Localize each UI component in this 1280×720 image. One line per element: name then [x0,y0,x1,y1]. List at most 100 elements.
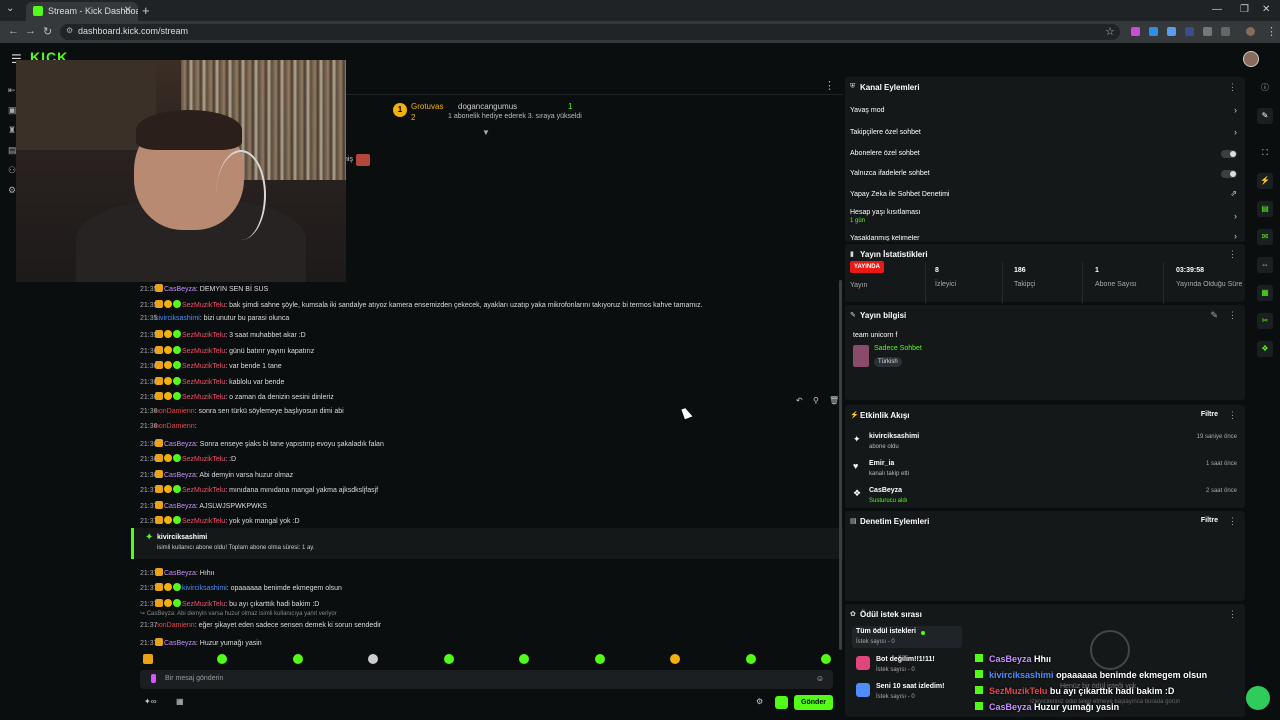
message-username[interactable]: SezMuzikTelu [182,348,225,355]
reward-item[interactable]: Seni 10 saat izledim! İstek sayısı - 0 [852,681,962,703]
activity-user[interactable]: CasBeyza [869,487,902,494]
message-username[interactable]: CasBeyza [164,503,196,510]
chat-message[interactable]: 21:35 SezMuzikTelu: 3 saat muhabbet akar … [140,330,306,344]
browser-tab[interactable]: Stream - Kick Dashboard ✕ [26,2,138,21]
chat-message[interactable]: 21:36nonDamienn: [140,423,197,437]
message-username[interactable]: CasBeyza [164,570,196,577]
chat-message[interactable]: 21:36 SezMuzikTelu: günü batırır yayını k… [140,346,314,360]
ai-moderation-label[interactable]: Yapay Zeka ile Sohbet Denetimi [850,191,949,198]
wrench-icon[interactable]: ✂ [1257,313,1273,329]
message-username[interactable]: CasBeyza [164,472,196,479]
message-username[interactable]: SezMuzikTelu [182,601,225,608]
chat-bubble-icon[interactable]: ✉ [1257,229,1273,245]
reload-icon[interactable]: ↻ [43,25,52,38]
chat-message[interactable]: 21:36 SezMuzikTelu: var bende 1 tane [140,361,282,375]
message-username[interactable]: kivirciksashimi [155,315,200,322]
emote-icon[interactable] [143,654,153,664]
extensions-puzzle-icon[interactable] [1203,27,1212,36]
message-username[interactable]: nonDamienn [155,423,195,430]
followers-only-label[interactable]: Takipçilere özel sohbet [850,129,921,136]
chat-input[interactable]: Bir mesaj gönderin ☺ [140,670,833,689]
restore-icon[interactable]: ❐ [1240,4,1249,15]
subscriber-name[interactable]: kivirciksashimi [157,534,207,541]
gift-icon[interactable]: ❖ [1257,341,1273,357]
extension-icon[interactable] [1149,27,1158,36]
emote-icon[interactable] [670,654,680,664]
emote-icon[interactable] [746,654,756,664]
bookmark-star-icon[interactable]: ☆ [1105,25,1115,38]
gifter-name[interactable]: dogancangumus [458,102,517,111]
chevron-right-icon[interactable]: › [1234,105,1237,115]
forward-icon[interactable]: → [25,25,36,37]
downloads-icon[interactable] [1221,27,1230,36]
emote-icon[interactable] [444,654,454,664]
extension-icon[interactable] [1185,27,1194,36]
external-link-icon[interactable]: ⇗ [1230,189,1237,198]
back-icon[interactable]: ← [8,25,19,37]
emote-icon[interactable] [217,654,227,664]
new-tab-icon[interactable]: + [142,3,150,18]
delete-icon[interactable]: 🗑 [829,396,839,405]
community-icon[interactable]: ⚇ [8,165,16,176]
info-icon[interactable]: ⓘ [1257,80,1273,96]
chat-scrollbar[interactable] [839,280,842,650]
message-username[interactable]: SezMuzikTelu [182,332,225,339]
message-username[interactable]: CasBeyza [164,286,196,293]
support-button[interactable] [1246,686,1270,710]
minimize-icon[interactable]: — [1212,4,1222,15]
pin-icon[interactable]: ⚲ [813,396,819,405]
panel-menu-icon[interactable]: ⋮ [1228,249,1237,260]
message-username[interactable]: CasBeyza [164,640,196,647]
chevron-right-icon[interactable]: › [1234,211,1237,221]
panel-menu-icon[interactable]: ⋮ [1228,310,1237,321]
chat-message[interactable]: 21:35 SezMuzikTelu: bak şimdi sahne şöyle… [140,300,703,314]
emote-icon[interactable] [368,654,378,664]
settings-icon[interactable]: ⚙ [8,185,16,196]
message-username[interactable]: nonDamienn [155,408,195,415]
message-username[interactable]: CasBeyza [164,441,196,448]
moderation-filter-button[interactable]: Filtre [1201,517,1218,524]
message-username[interactable]: nonDamienn [155,622,195,629]
activity-user[interactable]: Emir_ia [869,460,894,467]
message-username[interactable]: SezMuzikTelu [182,302,225,309]
edit-icon[interactable]: ✎ [1257,108,1273,124]
banned-words-label[interactable]: Yasaklanmış kelimeler [850,235,920,241]
profile-avatar[interactable] [1246,27,1255,36]
message-username[interactable]: SezMuzikTelu [182,363,225,370]
slow-mode-label[interactable]: Yavaş mod [850,107,885,114]
stats-icon[interactable]: ▦ [1257,285,1273,301]
expand-arrow-icon[interactable]: ▼ [482,128,490,137]
message-username[interactable]: SezMuzikTelu [182,379,225,386]
kick-emote-icon[interactable] [775,696,788,709]
chevron-right-icon[interactable]: › [1234,127,1237,137]
chat-message[interactable]: 21:36 CasBeyza: Sonra enseye şiaks bi tan… [140,439,384,453]
emote-icon[interactable] [821,654,831,664]
expand-icon[interactable]: ⛶ [1257,145,1273,161]
chat-message[interactable]: 21:36 SezMuzikTelu: kablolu var bende [140,377,284,391]
collapse-icon[interactable]: ⇤ [8,85,16,96]
calendar-icon[interactable]: ▦ [176,697,184,706]
message-username[interactable]: kivirciksashimi [182,585,227,592]
extension-icon[interactable] [1167,27,1176,36]
chat-message[interactable]: 21:35kivirciksashimi: bizi unutur bu par… [140,315,289,329]
tab-list-icon[interactable]: ⌄ [6,3,14,14]
chat-message[interactable]: 21:36 SezMuzikTelu: o zaman da denizin se… [140,392,334,406]
message-username[interactable]: SezMuzikTelu [182,487,225,494]
lightning-icon[interactable]: ⚡ [1257,173,1273,189]
clipboard-icon[interactable]: ▤ [1257,201,1273,217]
activity-filter-button[interactable]: Filtre [1201,411,1218,418]
send-button[interactable]: Gönder [794,695,833,710]
message-username[interactable]: SezMuzikTelu [182,456,225,463]
chat-message[interactable]: 21:36nonDamienn: sonra sen türkü söyleme… [140,408,344,422]
points-icon[interactable]: ✦∞ [144,697,156,706]
chat-message[interactable]: 21:35 CasBeyza: DEMYIN SEN Bİ SUS [140,284,268,298]
panel-menu-icon[interactable]: ⋮ [1228,516,1237,527]
browser-menu-icon[interactable]: ⋮ [1266,25,1277,38]
chevron-right-icon[interactable]: › [1234,231,1237,241]
chat-message[interactable]: 21:37 CasBeyza: Huzur yumağı yasin [140,638,262,652]
chat-message[interactable]: 21:37 SezMuzikTelu: mınıdana mınıdana man… [140,485,378,499]
category-link[interactable]: Sadece Sohbet [874,345,922,352]
extension-icon[interactable] [1131,27,1140,36]
chat-message[interactable]: 21:37nonDamienn: eğer şikayet eden sadec… [140,622,381,636]
chat-message[interactable]: 21:37 CasBeyza: Hıhıı [140,568,215,582]
